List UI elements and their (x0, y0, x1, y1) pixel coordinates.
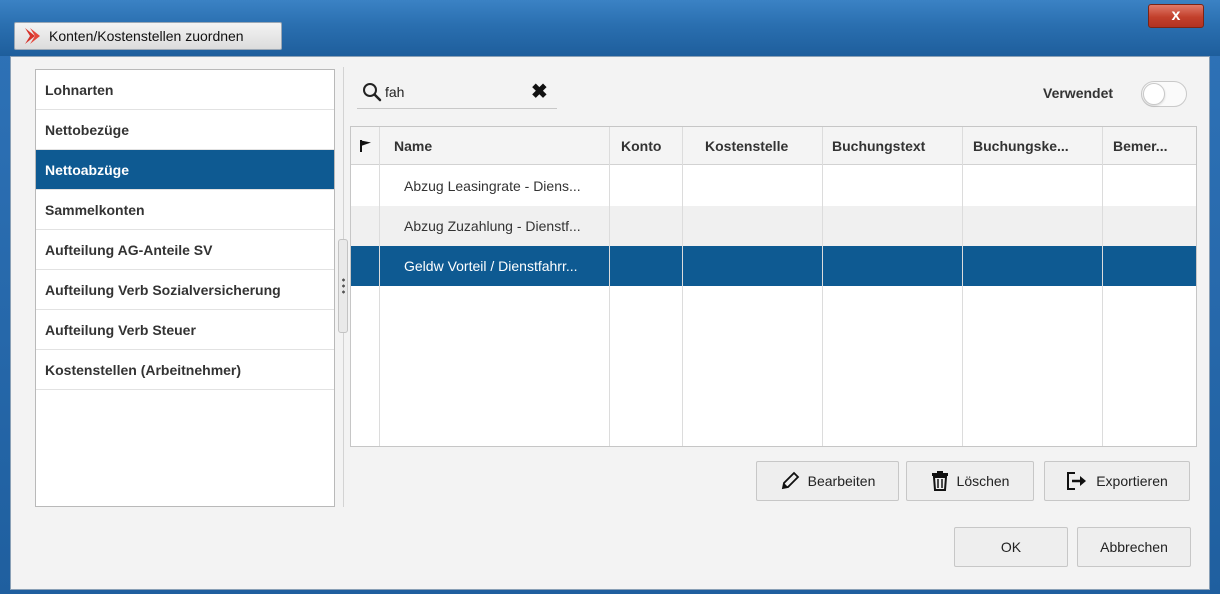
close-button[interactable]: x (1148, 4, 1204, 28)
column-divider (1102, 127, 1103, 446)
table-row[interactable]: Abzug Leasingrate - Diens... (351, 166, 1196, 206)
app-logo-icon (25, 28, 40, 44)
column-header-name[interactable]: Name (394, 127, 574, 165)
accounts-table: Name Konto Kostenstelle Buchungstext Buc… (350, 126, 1197, 447)
list-item-sammelkonten[interactable]: Sammelkonten (36, 190, 334, 230)
column-divider (962, 127, 963, 446)
list-item-lohnarten[interactable]: Lohnarten (36, 70, 334, 110)
dialog-content: Lohnarten Nettobezüge Nettoabzüge Sammel… (10, 56, 1210, 590)
clear-search-icon[interactable]: ✖ (531, 79, 548, 104)
delete-button[interactable]: Löschen (906, 461, 1034, 501)
cell-name: Abzug Zuzahlung - Dienstf... (404, 218, 581, 234)
list-item-nettobezuege[interactable]: Nettobezüge (36, 110, 334, 150)
title-tab: Konten/Kostenstellen zuordnen (14, 22, 282, 50)
column-divider (682, 127, 683, 446)
window-title: Konten/Kostenstellen zuordnen (49, 28, 244, 44)
export-button[interactable]: Exportieren (1044, 461, 1190, 501)
column-header-bemerkung[interactable]: Bemer... (1113, 127, 1193, 165)
export-icon (1067, 472, 1087, 490)
column-header-buchungskennzeichen[interactable]: Buchungske... (973, 127, 1103, 165)
column-divider (822, 127, 823, 446)
search-icon (363, 82, 382, 101)
column-header-kostenstelle[interactable]: Kostenstelle (705, 127, 825, 165)
pencil-icon (781, 471, 799, 490)
table-header: Name Konto Kostenstelle Buchungstext Buc… (351, 127, 1196, 165)
edit-button[interactable]: Bearbeiten (756, 461, 899, 501)
column-header-buchungstext[interactable]: Buchungstext (832, 127, 962, 165)
category-list: Lohnarten Nettobezüge Nettoabzüge Sammel… (35, 69, 335, 507)
splitter-handle[interactable] (338, 239, 348, 333)
verwendet-toggle[interactable] (1141, 81, 1187, 107)
column-divider (379, 127, 380, 446)
cell-name: Geldw Vorteil / Dienstfahrr... (404, 258, 578, 274)
trash-icon (931, 471, 948, 491)
cell-name: Abzug Leasingrate - Diens... (404, 178, 581, 194)
column-header-konto[interactable]: Konto (621, 127, 681, 165)
flag-column-header[interactable] (359, 127, 379, 165)
search-field[interactable]: fah ✖ (357, 75, 557, 109)
dialog-window: Konten/Kostenstellen zuordnen x Lohnarte… (0, 0, 1220, 594)
list-item-kostenstellen-arbeitnehmer[interactable]: Kostenstellen (Arbeitnehmer) (36, 350, 334, 390)
cancel-button[interactable]: Abbrechen (1077, 527, 1191, 567)
list-item-nettoabzuege[interactable]: Nettoabzüge (36, 150, 334, 190)
table-row[interactable]: Abzug Zuzahlung - Dienstf... (351, 206, 1196, 246)
list-item-aufteilung-ag-anteile-sv[interactable]: Aufteilung AG-Anteile SV (36, 230, 334, 270)
list-item-aufteilung-verb-sozialversicherung[interactable]: Aufteilung Verb Sozialversicherung (36, 270, 334, 310)
list-item-aufteilung-verb-steuer[interactable]: Aufteilung Verb Steuer (36, 310, 334, 350)
table-row-selected[interactable]: Geldw Vorteil / Dienstfahrr... (351, 246, 1196, 286)
flag-icon (360, 140, 371, 152)
ok-button[interactable]: OK (954, 527, 1068, 567)
search-input[interactable]: fah (385, 84, 525, 100)
column-divider (609, 127, 610, 446)
title-bar: Konten/Kostenstellen zuordnen x (0, 0, 1220, 56)
drag-handle-icon (341, 277, 345, 295)
verwendet-label: Verwendet (1043, 85, 1114, 101)
close-icon: x (1171, 7, 1181, 24)
toggle-knob (1143, 83, 1165, 105)
